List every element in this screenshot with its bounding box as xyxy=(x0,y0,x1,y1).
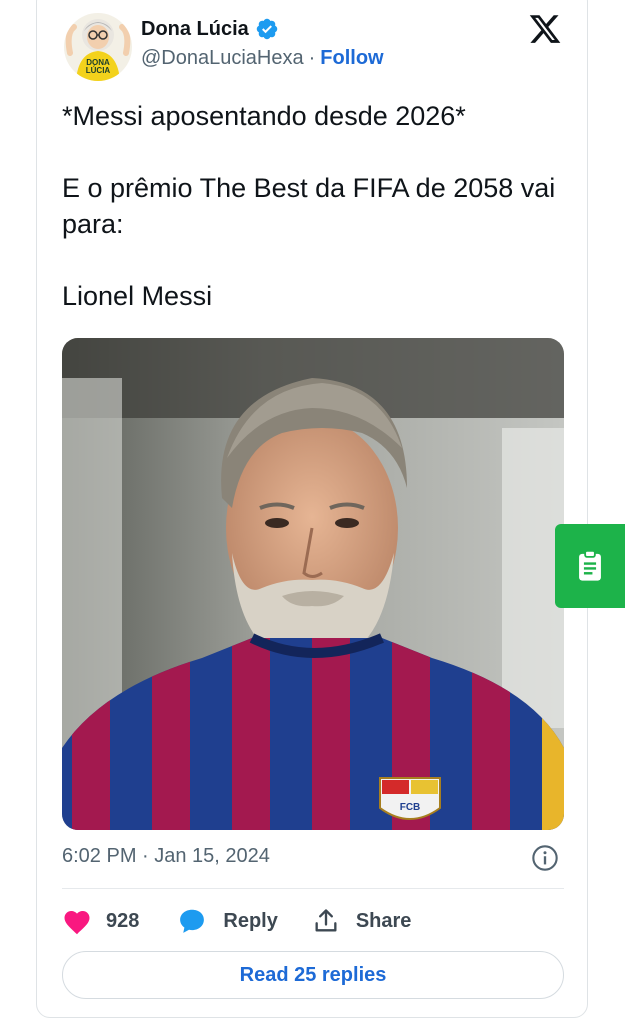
speech-bubble-icon xyxy=(180,909,205,933)
x-logo-icon[interactable] xyxy=(527,12,563,46)
tweet-text: *Messi aposentando desde 2026* E o prêmi… xyxy=(62,98,572,314)
side-feedback-tab[interactable] xyxy=(555,524,625,608)
handle-separator: · xyxy=(308,47,316,69)
share-upload-icon xyxy=(315,909,337,932)
tweet-line-1: *Messi aposentando desde 2026* xyxy=(62,101,466,131)
verified-badge-icon xyxy=(256,18,278,40)
tweet-line-2: E o prêmio The Best da FIFA de 2058 vai … xyxy=(62,173,556,239)
author-name-row: Dona Lúcia xyxy=(141,15,279,43)
follow-button[interactable]: Follow xyxy=(320,47,383,70)
clipboard-icon xyxy=(579,549,601,581)
info-icon[interactable] xyxy=(531,844,559,872)
share-label: Share xyxy=(355,909,412,932)
author-handle-row: @DonaLuciaHexa · Follow xyxy=(141,47,384,70)
reply-label: Reply xyxy=(223,909,278,932)
divider xyxy=(62,888,564,889)
share-button[interactable]: Share xyxy=(312,907,412,935)
author-display-name[interactable]: Dona Lúcia xyxy=(141,18,249,41)
tweet-timestamp[interactable]: 6:02 PM · Jan 15, 2024 xyxy=(62,845,270,868)
tweet-media-image[interactable]: FCB xyxy=(62,338,564,830)
like-button[interactable]: 928 xyxy=(62,907,139,935)
like-count: 928 xyxy=(106,909,140,932)
read-replies-button[interactable]: Read 25 replies xyxy=(62,951,564,999)
tweet-actions: 928 Reply Share xyxy=(62,903,411,939)
heart-icon xyxy=(64,911,90,935)
avatar-text-bottom: LÚCIA xyxy=(85,66,111,75)
tweet-line-3: Lionel Messi xyxy=(62,281,213,311)
author-handle[interactable]: @DonaLuciaHexa xyxy=(141,47,304,70)
author-avatar[interactable]: DONA LÚCIA xyxy=(64,13,132,81)
crest-text: FCB xyxy=(400,802,421,813)
reply-button[interactable]: Reply xyxy=(177,906,278,936)
